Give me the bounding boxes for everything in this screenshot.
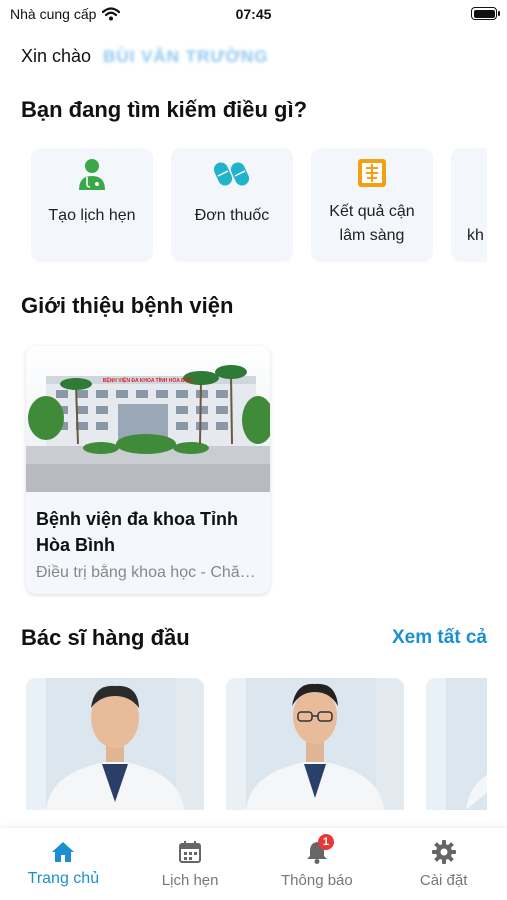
status-time: 07:45 xyxy=(235,6,272,22)
nav-notifications[interactable]: 1 Thông báo xyxy=(254,828,381,900)
doctor-icon xyxy=(79,159,105,190)
search-section-title: Bạn đang tìm kiếm điều gì? xyxy=(21,97,308,122)
greeting: Xin chào BÙI VĂN TRƯỜNG xyxy=(21,46,268,67)
gear-icon xyxy=(431,840,456,864)
lab-result-icon xyxy=(358,159,386,187)
doctor-photo xyxy=(226,678,404,810)
nav-appointments-label: Lịch hẹn xyxy=(161,872,219,889)
doctors-section-title: Bác sĩ hàng đầu xyxy=(21,625,190,650)
home-icon xyxy=(52,842,75,862)
greeting-prefix: Xin chào xyxy=(21,46,92,66)
notification-badge: 1 xyxy=(317,834,334,850)
quick-actions-row[interactable]: Tạo lịch hẹn Đơn thuốc Kết quả cận lâm s… xyxy=(31,148,487,262)
quick-action-label: Kết quả cận lâm sàng xyxy=(329,203,415,244)
nav-settings-label: Cài đặt xyxy=(419,872,468,889)
pill-icon xyxy=(214,162,250,186)
doctor-card[interactable] xyxy=(26,678,204,810)
see-all-doctors-link[interactable]: Xem tất cả xyxy=(392,627,487,649)
doctor-card[interactable] xyxy=(226,678,404,810)
nav-appointments[interactable]: Lịch hẹn xyxy=(127,828,254,900)
hospital-photo: BỆNH VIỆN ĐA KHOA TỈNH HÒA BÌNH xyxy=(26,346,270,492)
quick-action-label: Đơn thuốc xyxy=(194,207,270,224)
quick-action-partial[interactable]: kh xyxy=(451,148,487,262)
quick-action-label: Tạo lịch hẹn xyxy=(48,207,136,224)
nav-notifications-label: Thông báo xyxy=(281,872,353,889)
battery-icon xyxy=(471,7,500,20)
doctor-photo xyxy=(426,678,487,810)
nav-home-label: Trang chủ xyxy=(27,870,100,887)
doctor-photo xyxy=(26,678,204,810)
status-bar: Nhà cung cấp 07:45 xyxy=(0,0,507,30)
nav-settings[interactable]: Cài đặt xyxy=(380,828,507,900)
hospital-card[interactable]: BỆNH VIỆN ĐA KHOA TỈNH HÒA BÌNH Bệnh việ… xyxy=(26,346,270,594)
hospital-section-title: Giới thiệu bệnh viện xyxy=(21,293,234,318)
hospital-sign: BỆNH VIỆN ĐA KHOA TỈNH HÒA BÌNH xyxy=(103,376,194,384)
calendar-icon xyxy=(179,841,202,863)
hospital-name: Bệnh viện đa khoa Tỉnh Hòa Bình xyxy=(36,509,239,555)
quick-action-prescription[interactable]: Đơn thuốc xyxy=(171,148,293,262)
quick-action-lab-results[interactable]: Kết quả cận lâm sàng xyxy=(311,148,433,262)
bottom-navigation: Trang chủ Lịch hẹn 1 Thông báo Cài đặt xyxy=(0,828,507,900)
hospital-subtitle: Điều trị bằng khoa học - Chăm sóc bằng t… xyxy=(36,564,260,581)
user-name: BÙI VĂN TRƯỜNG xyxy=(103,46,269,66)
doctor-card[interactable] xyxy=(426,678,487,810)
doctors-row[interactable] xyxy=(26,678,487,810)
nav-home[interactable]: Trang chủ xyxy=(0,828,127,900)
quick-action-label: kh xyxy=(467,227,484,244)
quick-action-create-appointment[interactable]: Tạo lịch hẹn xyxy=(31,148,153,262)
